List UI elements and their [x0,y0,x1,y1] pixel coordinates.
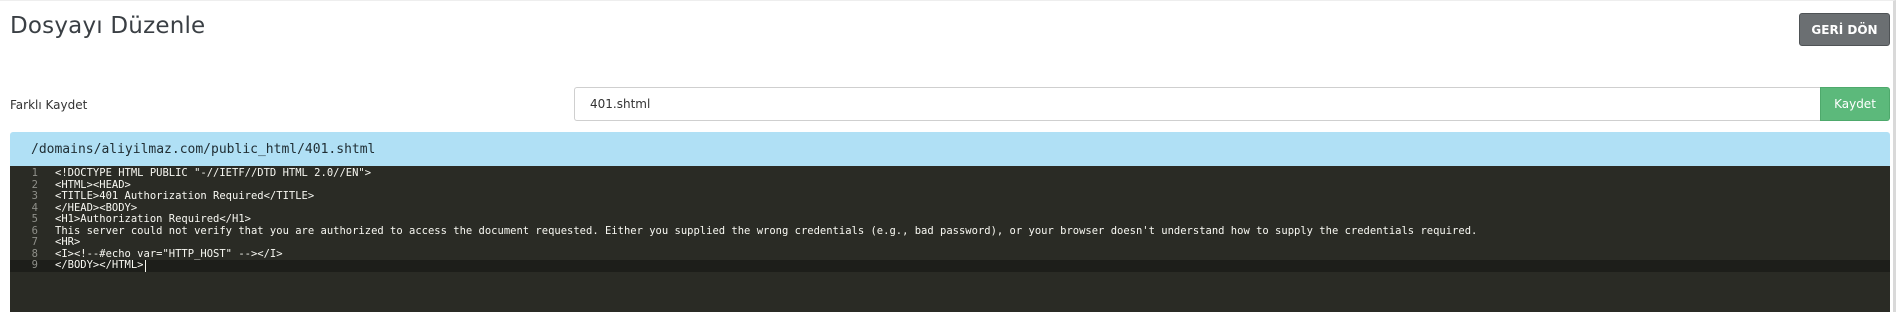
line-text: <HR> [55,236,81,248]
code-line[interactable]: 3 <TITLE>401 Authorization Required</TITL… [10,190,1890,203]
code-line[interactable]: 1 <!DOCTYPE HTML PUBLIC "-//IETF//DTD HTM… [10,167,1890,180]
line-text: <TITLE>401 Authorization Required</TITLE… [55,190,315,202]
line-number: 5 [31,213,38,225]
code-line[interactable]: 8 <I><!--#echo var="HTTP_HOST" --></I> [10,248,1890,261]
line-number: 1 [31,167,38,179]
line-text: This server could not verify that you ar… [55,224,1478,237]
filename-input[interactable] [574,87,1820,121]
code-line[interactable]: 7 <HR> [10,236,1890,249]
code-line[interactable]: 6 This server could not verify that you a… [10,224,1890,238]
text-cursor [145,260,146,272]
line-number: 3 [31,190,38,202]
page-title: Dosyayı Düzenle [10,13,206,39]
code-line[interactable]: 4 </HEAD><BODY> [10,202,1890,215]
back-button[interactable]: GERİ DÖN [1799,13,1890,46]
line-text: <H1>Authorization Required</H1> [55,213,251,225]
file-path-bar: /domains/aliyilmaz.com/public_html/401.s… [10,132,1890,166]
line-number: 9 [31,259,38,271]
line-number: 7 [31,236,38,248]
code-line[interactable]: 9 </BODY></HTML> [10,259,1890,272]
code-editor[interactable]: 1 <!DOCTYPE HTML PUBLIC "-//IETF//DTD HTM… [10,166,1890,312]
edit-file-page: Dosyayı Düzenle GERİ DÖN Farklı Kaydet K… [0,0,1896,312]
file-path: /domains/aliyilmaz.com/public_html/401.s… [31,141,376,157]
save-as-label: Farklı Kaydet [10,98,88,112]
line-text: <!DOCTYPE HTML PUBLIC "-//IETF//DTD HTML… [55,167,372,179]
save-button[interactable]: Kaydet [1820,87,1890,121]
line-text: </BODY></HTML> [55,259,144,271]
code-line[interactable]: 5 <H1>Authorization Required</H1> [10,213,1890,226]
